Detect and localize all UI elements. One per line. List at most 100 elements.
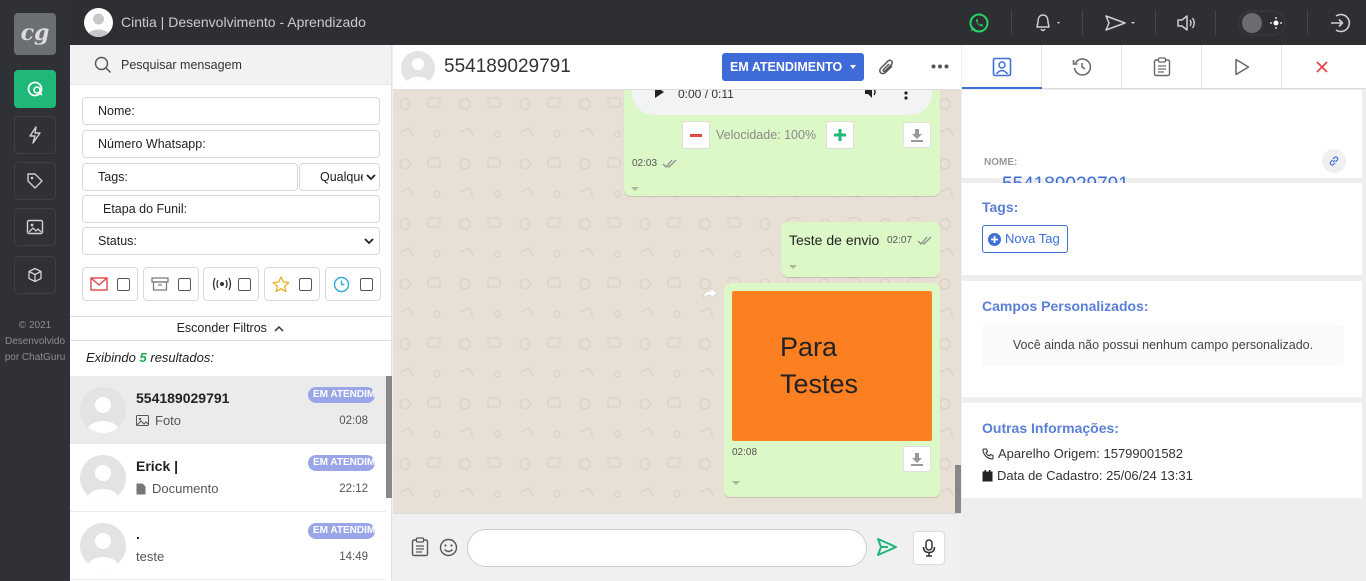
chat-panel: 554189029791 EM ATENDIMENTO 0:00 / 0:11 … (393, 45, 961, 581)
send-icon[interactable] (876, 537, 898, 557)
scheduled-checkbox[interactable] (360, 278, 373, 291)
message-menu-caret[interactable] (732, 481, 740, 485)
account-avatar[interactable] (84, 8, 113, 37)
chat-status-dropdown[interactable]: EM ATENDIMENTO (722, 53, 864, 81)
rail-media-button[interactable] (14, 208, 56, 246)
conversation-item[interactable]: . teste EM ATENDIMENTO 14:49 (70, 512, 386, 580)
document-icon (136, 483, 146, 495)
tab-contact[interactable] (962, 45, 1042, 89)
forward-icon[interactable] (702, 287, 718, 299)
messages-area: 0:00 / 0:11 Velocidade: 100% 02:03 Teste… (393, 90, 961, 513)
account-title: Cintia | Desenvolvimento - Aprendizado (121, 14, 366, 30)
contact-name-card: NOME: 554189029791 (962, 90, 1362, 195)
templates-icon[interactable] (411, 537, 429, 557)
sound-button[interactable] (1176, 0, 1198, 45)
hide-filters-toggle[interactable]: Esconder Filtros (70, 316, 391, 341)
play-icon (1234, 58, 1250, 76)
message-time: 02:03 (632, 158, 658, 169)
message-menu-caret[interactable] (631, 187, 639, 191)
message-input[interactable] (467, 529, 867, 567)
close-panel-button[interactable] (1282, 45, 1362, 89)
scheduled-filter[interactable] (325, 267, 381, 301)
whatsapp-button[interactable] (968, 0, 990, 45)
download-icon (910, 128, 924, 142)
contact-avatar[interactable] (401, 51, 435, 85)
record-audio-button[interactable] (913, 531, 945, 565)
status-filter-select[interactable]: Status: (82, 227, 380, 255)
volume-icon[interactable] (864, 90, 880, 99)
broadcast-filter[interactable] (203, 267, 259, 301)
emoji-icon[interactable] (439, 538, 458, 557)
message-menu-caret[interactable] (789, 265, 797, 269)
details-tabs (962, 45, 1366, 89)
caret-down-icon (850, 65, 856, 69)
results-number: 5 (139, 350, 147, 365)
broadcast-checkbox[interactable] (238, 278, 251, 291)
list-scrollbar[interactable] (386, 376, 392, 498)
tab-history[interactable] (1042, 45, 1122, 89)
tab-notes[interactable] (1122, 45, 1202, 89)
name-filter-input[interactable]: Nome: (82, 97, 380, 125)
whatsapp-filter-input[interactable]: Número Whatsapp: (82, 130, 380, 158)
active-tab-indicator (962, 87, 1042, 89)
audio-time: 0:00 / 0:11 (678, 90, 734, 101)
rail-chats-button[interactable] (14, 70, 56, 108)
send-menu-button[interactable] (1104, 0, 1138, 45)
contact-details-panel: NOME: 554189029791 Tags: Nova Tag Campos… (962, 45, 1366, 581)
device-origin: Aparelho Origem: 15799001582 (982, 446, 1183, 461)
play-icon[interactable] (654, 90, 664, 98)
chat-scrollbar[interactable] (955, 465, 961, 513)
topbar-divider (1082, 10, 1083, 35)
top-bar: Cintia | Desenvolvimento - Aprendizado (70, 0, 1366, 45)
more-vertical-icon[interactable] (904, 90, 908, 100)
conversation-name: Erick | (136, 458, 179, 474)
funnel-stage-label: Etapa do Funil: (103, 202, 188, 216)
rail-tags-button[interactable] (14, 162, 56, 200)
rail-automation-button[interactable] (14, 116, 56, 154)
favorites-filter[interactable] (264, 267, 320, 301)
results-prefix: Exibindo (86, 350, 136, 365)
message-search[interactable]: Pesquisar mensagem (70, 45, 391, 85)
chat-menu-button[interactable] (931, 64, 949, 69)
unread-checkbox[interactable] (117, 278, 130, 291)
favorites-checkbox[interactable] (299, 278, 312, 291)
speed-increase-button[interactable] (826, 121, 854, 149)
message-image[interactable]: Para Testes (732, 291, 932, 441)
conversation-item[interactable]: Erick | Documento EM ATENDIMENTO 22:12 (70, 444, 386, 512)
rail-integrations-button[interactable] (14, 256, 56, 294)
notifications-button[interactable] (1033, 0, 1063, 45)
conversation-preview: teste (136, 549, 164, 564)
tags-title: Tags: (982, 199, 1019, 215)
funnel-stage-filter[interactable]: Etapa do Funil: (82, 195, 380, 223)
download-button[interactable] (903, 122, 931, 148)
star-icon (272, 275, 290, 293)
audio-player[interactable]: 0:00 / 0:11 (632, 90, 932, 115)
image-text-line-2: Testes (780, 369, 859, 399)
results-count: Exibindo 5 resultados: (86, 350, 214, 365)
archived-filter[interactable] (143, 267, 199, 301)
new-tag-button[interactable]: Nova Tag (982, 225, 1068, 253)
contact-avatar (80, 387, 126, 433)
whatsapp-icon (968, 12, 990, 34)
lightning-icon (27, 126, 43, 144)
download-button[interactable] (903, 446, 931, 472)
message-time: 02:07 (887, 235, 913, 246)
topbar-divider (1307, 10, 1308, 35)
results-suffix: resultados: (150, 350, 214, 365)
tags-mode-select[interactable]: Qualquer (299, 163, 380, 191)
phone-icon (982, 447, 994, 460)
conversation-name: . (136, 526, 140, 542)
link-icon[interactable] (1322, 149, 1346, 173)
image-text-line-1: Para (780, 332, 838, 362)
attach-button[interactable] (877, 57, 897, 79)
theme-toggle[interactable] (1238, 0, 1286, 45)
close-icon (1315, 60, 1329, 74)
unread-filter[interactable] (82, 267, 138, 301)
tab-flows[interactable] (1202, 45, 1282, 89)
archived-checkbox[interactable] (178, 278, 191, 291)
conversation-item[interactable]: 554189029791 Foto EM ATENDIMENTO 02:08 (70, 376, 386, 444)
tags-filter-input[interactable]: Tags: (82, 163, 298, 191)
speed-decrease-button[interactable] (682, 121, 710, 149)
status-badge: EM ATENDIMENTO (308, 455, 375, 471)
logout-button[interactable] (1329, 0, 1351, 45)
